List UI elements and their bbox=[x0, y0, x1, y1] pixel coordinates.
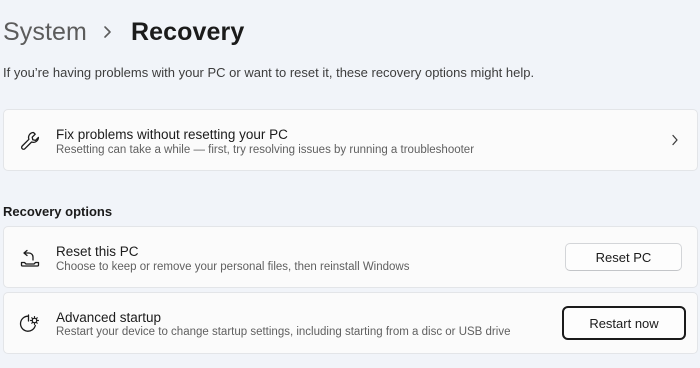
reset-pc-icon bbox=[18, 246, 42, 270]
advanced-startup-icon bbox=[18, 312, 42, 336]
advanced-startup-card: Advanced startup Restart your device to … bbox=[3, 292, 698, 354]
recovery-options-heading: Recovery options bbox=[3, 204, 113, 219]
page-title: Recovery bbox=[130, 17, 245, 46]
fix-problems-description: Resetting can take a while — first, try … bbox=[56, 144, 475, 156]
advanced-startup-title: Advanced startup bbox=[56, 310, 162, 325]
reset-pc-description: Choose to keep or remove your personal f… bbox=[56, 261, 410, 273]
reset-pc-title: Reset this PC bbox=[56, 244, 139, 259]
reset-pc-button[interactable]: Reset PC bbox=[565, 243, 682, 271]
breadcrumb-system[interactable]: System bbox=[3, 18, 87, 47]
restart-now-button[interactable]: Restart now bbox=[562, 306, 686, 340]
chevron-right-icon[interactable] bbox=[667, 132, 683, 148]
fix-problems-card[interactable]: Fix problems without resetting your PC R… bbox=[3, 109, 698, 171]
advanced-startup-description: Restart your device to change startup se… bbox=[56, 326, 511, 338]
wrench-icon bbox=[18, 129, 42, 153]
fix-problems-title: Fix problems without resetting your PC bbox=[56, 127, 288, 142]
reset-pc-card: Reset this PC Choose to keep or remove y… bbox=[3, 226, 698, 288]
chevron-right-icon bbox=[97, 25, 119, 39]
page-description: If you’re having problems with your PC o… bbox=[3, 65, 535, 80]
breadcrumb: System Recovery bbox=[3, 14, 244, 50]
